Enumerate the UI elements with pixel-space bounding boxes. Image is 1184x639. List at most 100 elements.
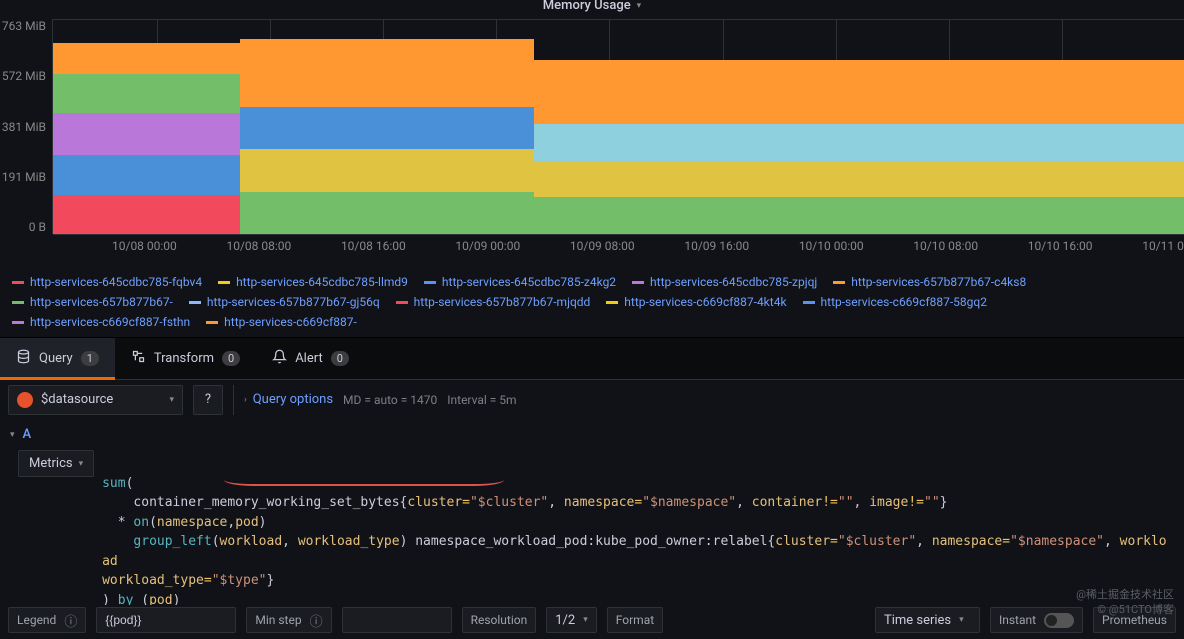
toggle-switch[interactable] (1044, 613, 1074, 628)
tab-badge: 1 (81, 351, 99, 366)
y-tick: 381 MiB (0, 120, 50, 134)
x-tick: 10/08 16:00 (341, 239, 406, 253)
tab-badge: 0 (331, 351, 349, 366)
legend-item[interactable]: http-services-c669cf887-4kt4k (606, 295, 786, 309)
x-tick: 10/10 08:00 (913, 239, 978, 253)
query-body: ▾ A Metrics ▾ sum( container_memory_work… (0, 419, 1184, 614)
x-tick: 10/10 16:00 (1028, 239, 1093, 253)
legend-item[interactable]: http-services-657b877b67-gj56q (189, 295, 380, 309)
y-tick: 0 B (0, 220, 50, 234)
tab-badge: 0 (222, 351, 240, 366)
legend-item[interactable]: http-services-c669cf887- (206, 315, 357, 329)
legend-item[interactable]: http-services-645cdbc785-llmd9 (218, 275, 408, 289)
chart-legend: http-services-645cdbc785-fqbv4 http-servi… (12, 275, 1172, 329)
legend-label: http-services-645cdbc785-fqbv4 (30, 275, 202, 289)
tab-alert[interactable]: Alert 0 (256, 338, 365, 379)
y-tick: 191 MiB (0, 170, 50, 184)
x-tick: 10/08 08:00 (226, 239, 291, 253)
format-label: Format (616, 613, 654, 627)
legend-swatch-icon (803, 301, 815, 304)
x-tick: 10/09 08:00 (570, 239, 635, 253)
stack-segment (53, 155, 240, 194)
y-tick: 763 MiB (0, 19, 50, 33)
legend-item[interactable]: http-services-c669cf887-58gq2 (803, 295, 987, 309)
prometheus-icon (17, 392, 33, 408)
legend-swatch-icon (206, 321, 218, 324)
min-step-control[interactable]: Min step ⓘ (246, 607, 331, 633)
resolution-control[interactable]: Resolution (462, 607, 537, 633)
datasource-picker[interactable]: $datasource ▾ (8, 385, 183, 415)
tab-label: Alert (295, 351, 323, 366)
x-tick: 10/09 00:00 (455, 239, 520, 253)
metrics-browser-button[interactable]: Metrics ▾ (18, 450, 94, 477)
stack-segment (240, 192, 534, 234)
query-footer-controls: Legend ⓘ Min step ⓘ Resolution 1/2 ▾ For… (0, 605, 1184, 635)
format-select[interactable]: Time series ▾ (875, 607, 980, 633)
x-tick: 10/08 00:00 (112, 239, 177, 253)
legend-swatch-icon (12, 301, 24, 304)
stack-segment (53, 74, 240, 113)
legend-label: http-services-657b877b67- (30, 295, 173, 309)
legend-format-input[interactable] (105, 613, 205, 627)
legend-swatch-icon (424, 281, 436, 284)
legend-swatch-icon (218, 281, 230, 284)
query-row-header[interactable]: ▾ A (0, 419, 1184, 450)
chevron-down-icon: ▾ (959, 615, 964, 625)
chevron-down-icon: ▾ (583, 615, 588, 625)
info-icon: ⓘ (310, 611, 323, 630)
tab-label: Transform (154, 351, 214, 366)
question-icon: ? (205, 392, 211, 407)
legend-format-input-wrap (96, 607, 236, 633)
legend-label: Legend (17, 613, 56, 627)
memory-usage-chart[interactable]: 763 MiB 572 MiB 381 MiB 191 MiB 0 B 10/0… (0, 19, 1184, 269)
legend-label: http-services-c669cf887- (224, 315, 357, 329)
tab-transform[interactable]: Transform 0 (115, 338, 256, 379)
instant-toggle-control[interactable]: Instant (990, 607, 1083, 633)
stack-segment (240, 107, 534, 149)
stack-segment (53, 113, 240, 155)
legend-item[interactable]: http-services-657b877b67-c4ks8 (833, 275, 1026, 289)
tab-label: Query (39, 351, 73, 366)
format-control[interactable]: Format (607, 607, 663, 633)
legend-label: http-services-645cdbc785-z4kg2 (442, 275, 616, 289)
legend-swatch-icon (833, 281, 845, 284)
editor-tabs: Query 1 Transform 0 Alert 0 (0, 337, 1184, 379)
datasource-help-button[interactable]: ? (193, 385, 223, 415)
legend-item[interactable]: http-services-645cdbc785-fqbv4 (12, 275, 202, 289)
panel-title[interactable]: Memory Usage ▾ (0, 0, 1184, 15)
y-tick: 572 MiB (0, 69, 50, 83)
query-options-row: $datasource ▾ ? › Query options MD = aut… (0, 379, 1184, 419)
database-icon (16, 349, 31, 368)
min-step-input-wrap (342, 607, 452, 633)
resolution-value: 1/2 (555, 613, 575, 628)
format-value: Time series (884, 613, 951, 628)
legend-item[interactable]: http-services-c669cf887-fsthn (12, 315, 190, 329)
y-axis: 763 MiB 572 MiB 381 MiB 191 MiB 0 B (0, 19, 50, 234)
resolution-select[interactable]: 1/2 ▾ (546, 607, 597, 633)
stack-segment (534, 60, 1184, 125)
legend-item[interactable]: http-services-645cdbc785-zpjqj (632, 275, 817, 289)
legend-label: http-services-657b877b67-c4ks8 (851, 275, 1026, 289)
tab-query[interactable]: Query 1 (0, 338, 115, 379)
min-step-input[interactable] (351, 613, 451, 627)
promql-editor[interactable]: sum( container_memory_working_set_bytes{… (94, 450, 1184, 614)
x-axis: 10/08 00:00 10/08 08:00 10/08 16:00 10/0… (52, 239, 1184, 253)
legend-format-control[interactable]: Legend ⓘ (8, 607, 86, 633)
legend-item[interactable]: http-services-657b877b67- (12, 295, 173, 309)
chevron-down-icon: ▾ (637, 1, 642, 11)
plot-area[interactable] (52, 19, 1184, 234)
interval-info: Interval = 5m (447, 393, 516, 407)
query-options-toggle[interactable]: › Query options (244, 392, 333, 407)
stack-segment (240, 149, 534, 191)
info-icon: ⓘ (64, 611, 77, 630)
legend-label: http-services-c669cf887-fsthn (30, 315, 190, 329)
legend-swatch-icon (396, 301, 408, 304)
legend-item[interactable]: http-services-657b877b67-mjqdd (396, 295, 591, 309)
panel-title-text: Memory Usage (543, 0, 631, 13)
legend-label: http-services-657b877b67-gj56q (207, 295, 380, 309)
x-tick: 10/10 00:00 (799, 239, 864, 253)
legend-swatch-icon (12, 321, 24, 324)
instant-label: Instant (999, 613, 1036, 627)
datasource-name: $datasource (41, 392, 161, 407)
legend-item[interactable]: http-services-645cdbc785-z4kg2 (424, 275, 616, 289)
